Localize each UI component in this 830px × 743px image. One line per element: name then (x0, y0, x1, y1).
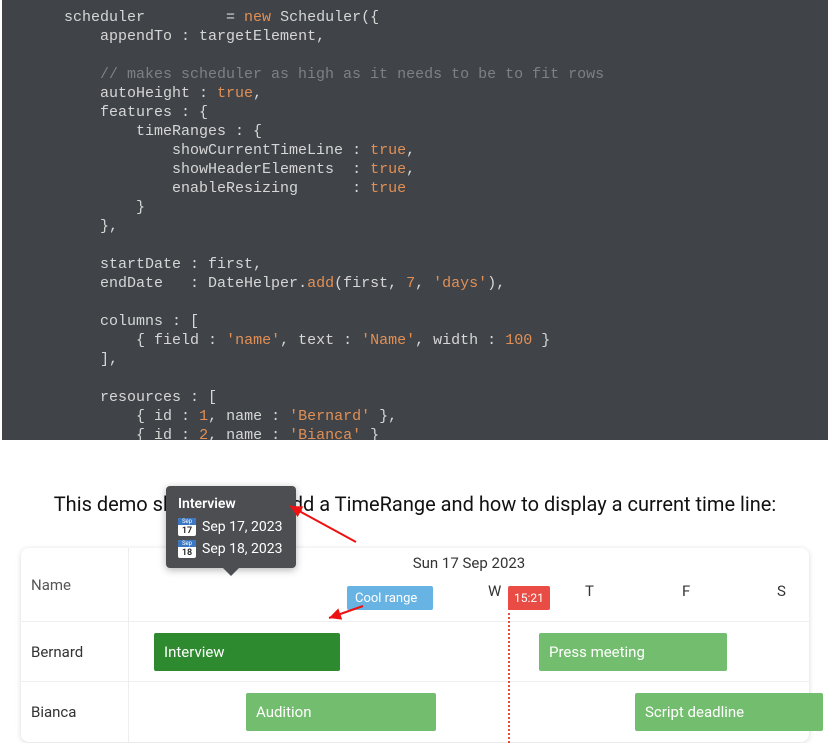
calendar-icon: Sep17 (178, 518, 196, 536)
code-editor: scheduler = new Scheduler({ appendTo : t… (2, 0, 828, 440)
demo-area: This demo shows how to add a TimeRange a… (0, 440, 830, 742)
event-press-meeting[interactable]: Press meeting (539, 633, 727, 671)
resource-label: Bianca (21, 682, 129, 742)
resource-row-bernard[interactable]: Bernard Interview Press meeting (21, 622, 809, 682)
demo-title: This demo shows how to add a TimeRange a… (0, 440, 830, 526)
current-time-badge: 15:21 (508, 586, 550, 610)
scheduler[interactable]: Name Sun 17 Sep 2023 W T F S Cool range … (21, 548, 809, 742)
tick-sat: S (777, 582, 778, 600)
resource-body[interactable]: Audition Script deadline (129, 682, 809, 742)
tooltip-start-row: Sep17 Sep 17, 2023 (178, 518, 284, 536)
tooltip-start-text: Sep 17, 2023 (202, 519, 283, 535)
resource-row-bianca[interactable]: Bianca Audition Script deadline (21, 682, 809, 742)
name-column-header[interactable]: Name (21, 548, 129, 621)
tick-wed: W (488, 582, 489, 600)
time-range-cool[interactable]: Cool range (347, 586, 433, 610)
event-tooltip: Interview Sep17 Sep 17, 2023 Sep18 Sep 1… (166, 486, 296, 568)
event-audition[interactable]: Audition (246, 693, 436, 731)
code-content: scheduler = new Scheduler({ appendTo : t… (2, 0, 828, 440)
tooltip-end-row: Sep18 Sep 18, 2023 (178, 540, 284, 558)
resource-label: Bernard (21, 622, 129, 681)
tick-thu: T (585, 582, 586, 600)
scheduler-header: Name Sun 17 Sep 2023 W T F S Cool range … (21, 548, 809, 622)
calendar-icon: Sep18 (178, 540, 196, 558)
tooltip-title: Interview (178, 496, 284, 512)
event-resize-handle[interactable] (340, 633, 346, 671)
resource-body[interactable]: Interview Press meeting (129, 622, 809, 681)
tooltip-end-text: Sep 18, 2023 (202, 541, 283, 557)
tick-fri: F (682, 582, 683, 600)
event-script-deadline[interactable]: Script deadline (635, 693, 823, 731)
time-axis-ticks: W T F S (129, 582, 809, 622)
event-interview[interactable]: Interview (154, 633, 340, 671)
